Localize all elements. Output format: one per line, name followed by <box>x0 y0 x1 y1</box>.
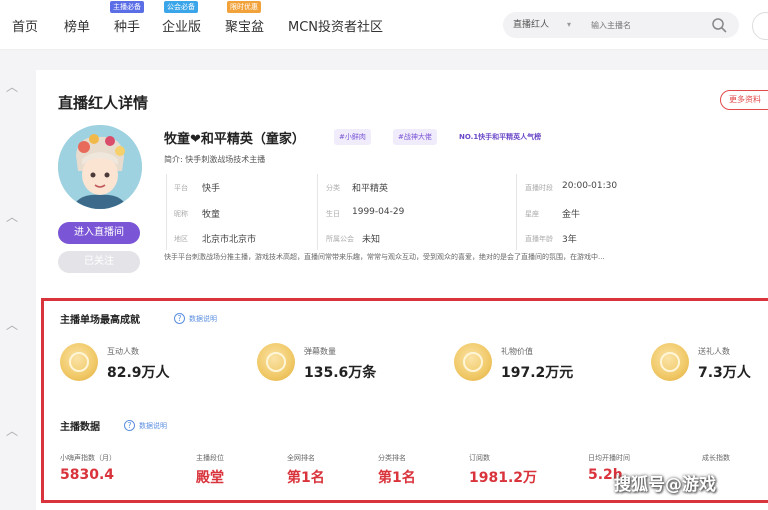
user-avatar-button[interactable] <box>752 12 768 40</box>
divider <box>166 174 167 250</box>
nav-enterprise[interactable]: 企业版 <box>162 16 201 35</box>
chevron-down-icon[interactable]: ▾ <box>567 12 571 38</box>
data-label: 订阅数 <box>469 454 490 462</box>
nav-tag-anchor: 主播必备 <box>110 1 144 13</box>
data-label: 主播段位 <box>196 454 224 462</box>
data-label: 日均开播时间 <box>588 454 630 462</box>
achievement-label: 送礼人数 <box>698 347 730 356</box>
info-label: 星座 <box>525 210 539 218</box>
divider <box>516 174 517 250</box>
data-label: 成长指数 <box>702 454 730 462</box>
info-label: 分类 <box>326 184 340 192</box>
profile-tag[interactable]: #战神大佬 <box>393 129 437 145</box>
data-value: 殿堂 <box>196 470 224 486</box>
more-info-button[interactable]: 更多资料 <box>720 90 768 110</box>
search-icon[interactable] <box>711 17 727 33</box>
data-label: 小嗨声指数（月） <box>60 454 116 462</box>
nav-mcn-community[interactable]: MCN投资者社区 <box>288 16 383 35</box>
info-value: 牧童 <box>202 210 221 220</box>
info-value: 未知 <box>362 235 381 245</box>
data-value: 第1名 <box>287 470 325 486</box>
coin-icon <box>651 343 689 381</box>
collapse-up-icon[interactable]: ︿ <box>6 316 20 332</box>
info-value: 3年 <box>562 235 577 245</box>
achievement-label: 弹幕数量 <box>304 347 336 356</box>
anchor-name: 牧童❤和平精英（童家） <box>164 132 305 147</box>
nav-tag-guild: 公会必备 <box>164 1 198 13</box>
data-label: 全网排名 <box>287 454 315 462</box>
avatar <box>58 125 142 209</box>
coin-icon <box>257 343 295 381</box>
help-icon[interactable]: ? <box>124 420 135 431</box>
data-label: 分类排名 <box>378 454 406 462</box>
left-rail: ︿ ︿ ︿ ︿ <box>0 70 36 510</box>
info-value: 北京市北京市 <box>202 235 257 245</box>
info-value: 20:00-01:30 <box>562 181 618 191</box>
coin-icon <box>60 343 98 381</box>
achievement-value: 82.9万人 <box>107 365 170 381</box>
rank-badge: NO.1快手和平精英人气榜 <box>459 133 542 141</box>
info-value: 快手 <box>202 184 221 194</box>
data-value: 第1名 <box>378 470 416 486</box>
info-label: 平台 <box>174 184 188 192</box>
profile-tag[interactable]: #小鲜肉 <box>334 129 371 145</box>
anchor-data-help-link[interactable]: 数据说明 <box>139 421 167 431</box>
achievement-label: 互动人数 <box>107 347 139 356</box>
achievements-help-link[interactable]: 数据说明 <box>189 314 217 324</box>
nav-treasure[interactable]: 聚宝盆 <box>225 16 264 35</box>
info-label: 生日 <box>326 210 340 218</box>
collapse-up-icon[interactable]: ︿ <box>6 422 20 438</box>
info-label: 直播时段 <box>525 184 553 192</box>
collapse-up-icon[interactable]: ︿ <box>6 78 20 94</box>
top-nav: 首页 榜单 种手 企业版 聚宝盆 MCN投资者社区 主播必备 公会必备 限时优惠… <box>0 0 768 50</box>
info-label: 所属公会 <box>326 235 354 243</box>
achievement-value: 7.3万人 <box>698 365 751 381</box>
profile-description: 快手平台刺激战场分推主播，游戏技术高超，直播间常带来乐趣，常常与观众互动，受到观… <box>164 253 605 261</box>
page-title: 直播红人详情 <box>58 94 149 112</box>
coin-icon <box>454 343 492 381</box>
info-value: 和平精英 <box>352 184 389 194</box>
search-category-select[interactable]: 直播红人 <box>513 12 549 38</box>
nav-rankings[interactable]: 榜单 <box>64 16 90 35</box>
info-value: 1999-04-29 <box>352 207 405 217</box>
nav-seeding[interactable]: 种手 <box>114 16 140 35</box>
search-input[interactable] <box>591 17 701 33</box>
nav-home[interactable]: 首页 <box>12 16 38 35</box>
info-label: 地区 <box>174 235 188 243</box>
enter-live-room-button[interactable]: 进入直播间 <box>58 222 140 244</box>
follow-button[interactable]: 已关注 <box>58 251 140 273</box>
data-value: 1981.2万 <box>469 470 538 486</box>
collapse-up-icon[interactable]: ︿ <box>6 208 20 224</box>
data-value: 5830.4 <box>60 467 115 483</box>
achievement-value: 135.6万条 <box>304 365 377 381</box>
info-value: 金牛 <box>562 210 581 220</box>
info-label: 直播年龄 <box>525 235 553 243</box>
nav-tag-promo: 限时优惠 <box>227 1 261 13</box>
achievement-value: 197.2万元 <box>501 365 574 381</box>
help-icon[interactable]: ? <box>174 313 185 324</box>
divider <box>317 174 318 250</box>
profile-subtitle: 简介: 快手刺激战场技术主播 <box>164 155 266 164</box>
info-label: 昵称 <box>174 210 188 218</box>
achievements-title: 主播单场最高成就 <box>60 315 140 326</box>
search-bar: 直播红人 ▾ <box>503 12 739 38</box>
anchor-data-title: 主播数据 <box>60 422 100 433</box>
achievement-label: 礼物价值 <box>501 347 533 356</box>
watermark: 搜狐号@游戏 <box>614 475 716 495</box>
